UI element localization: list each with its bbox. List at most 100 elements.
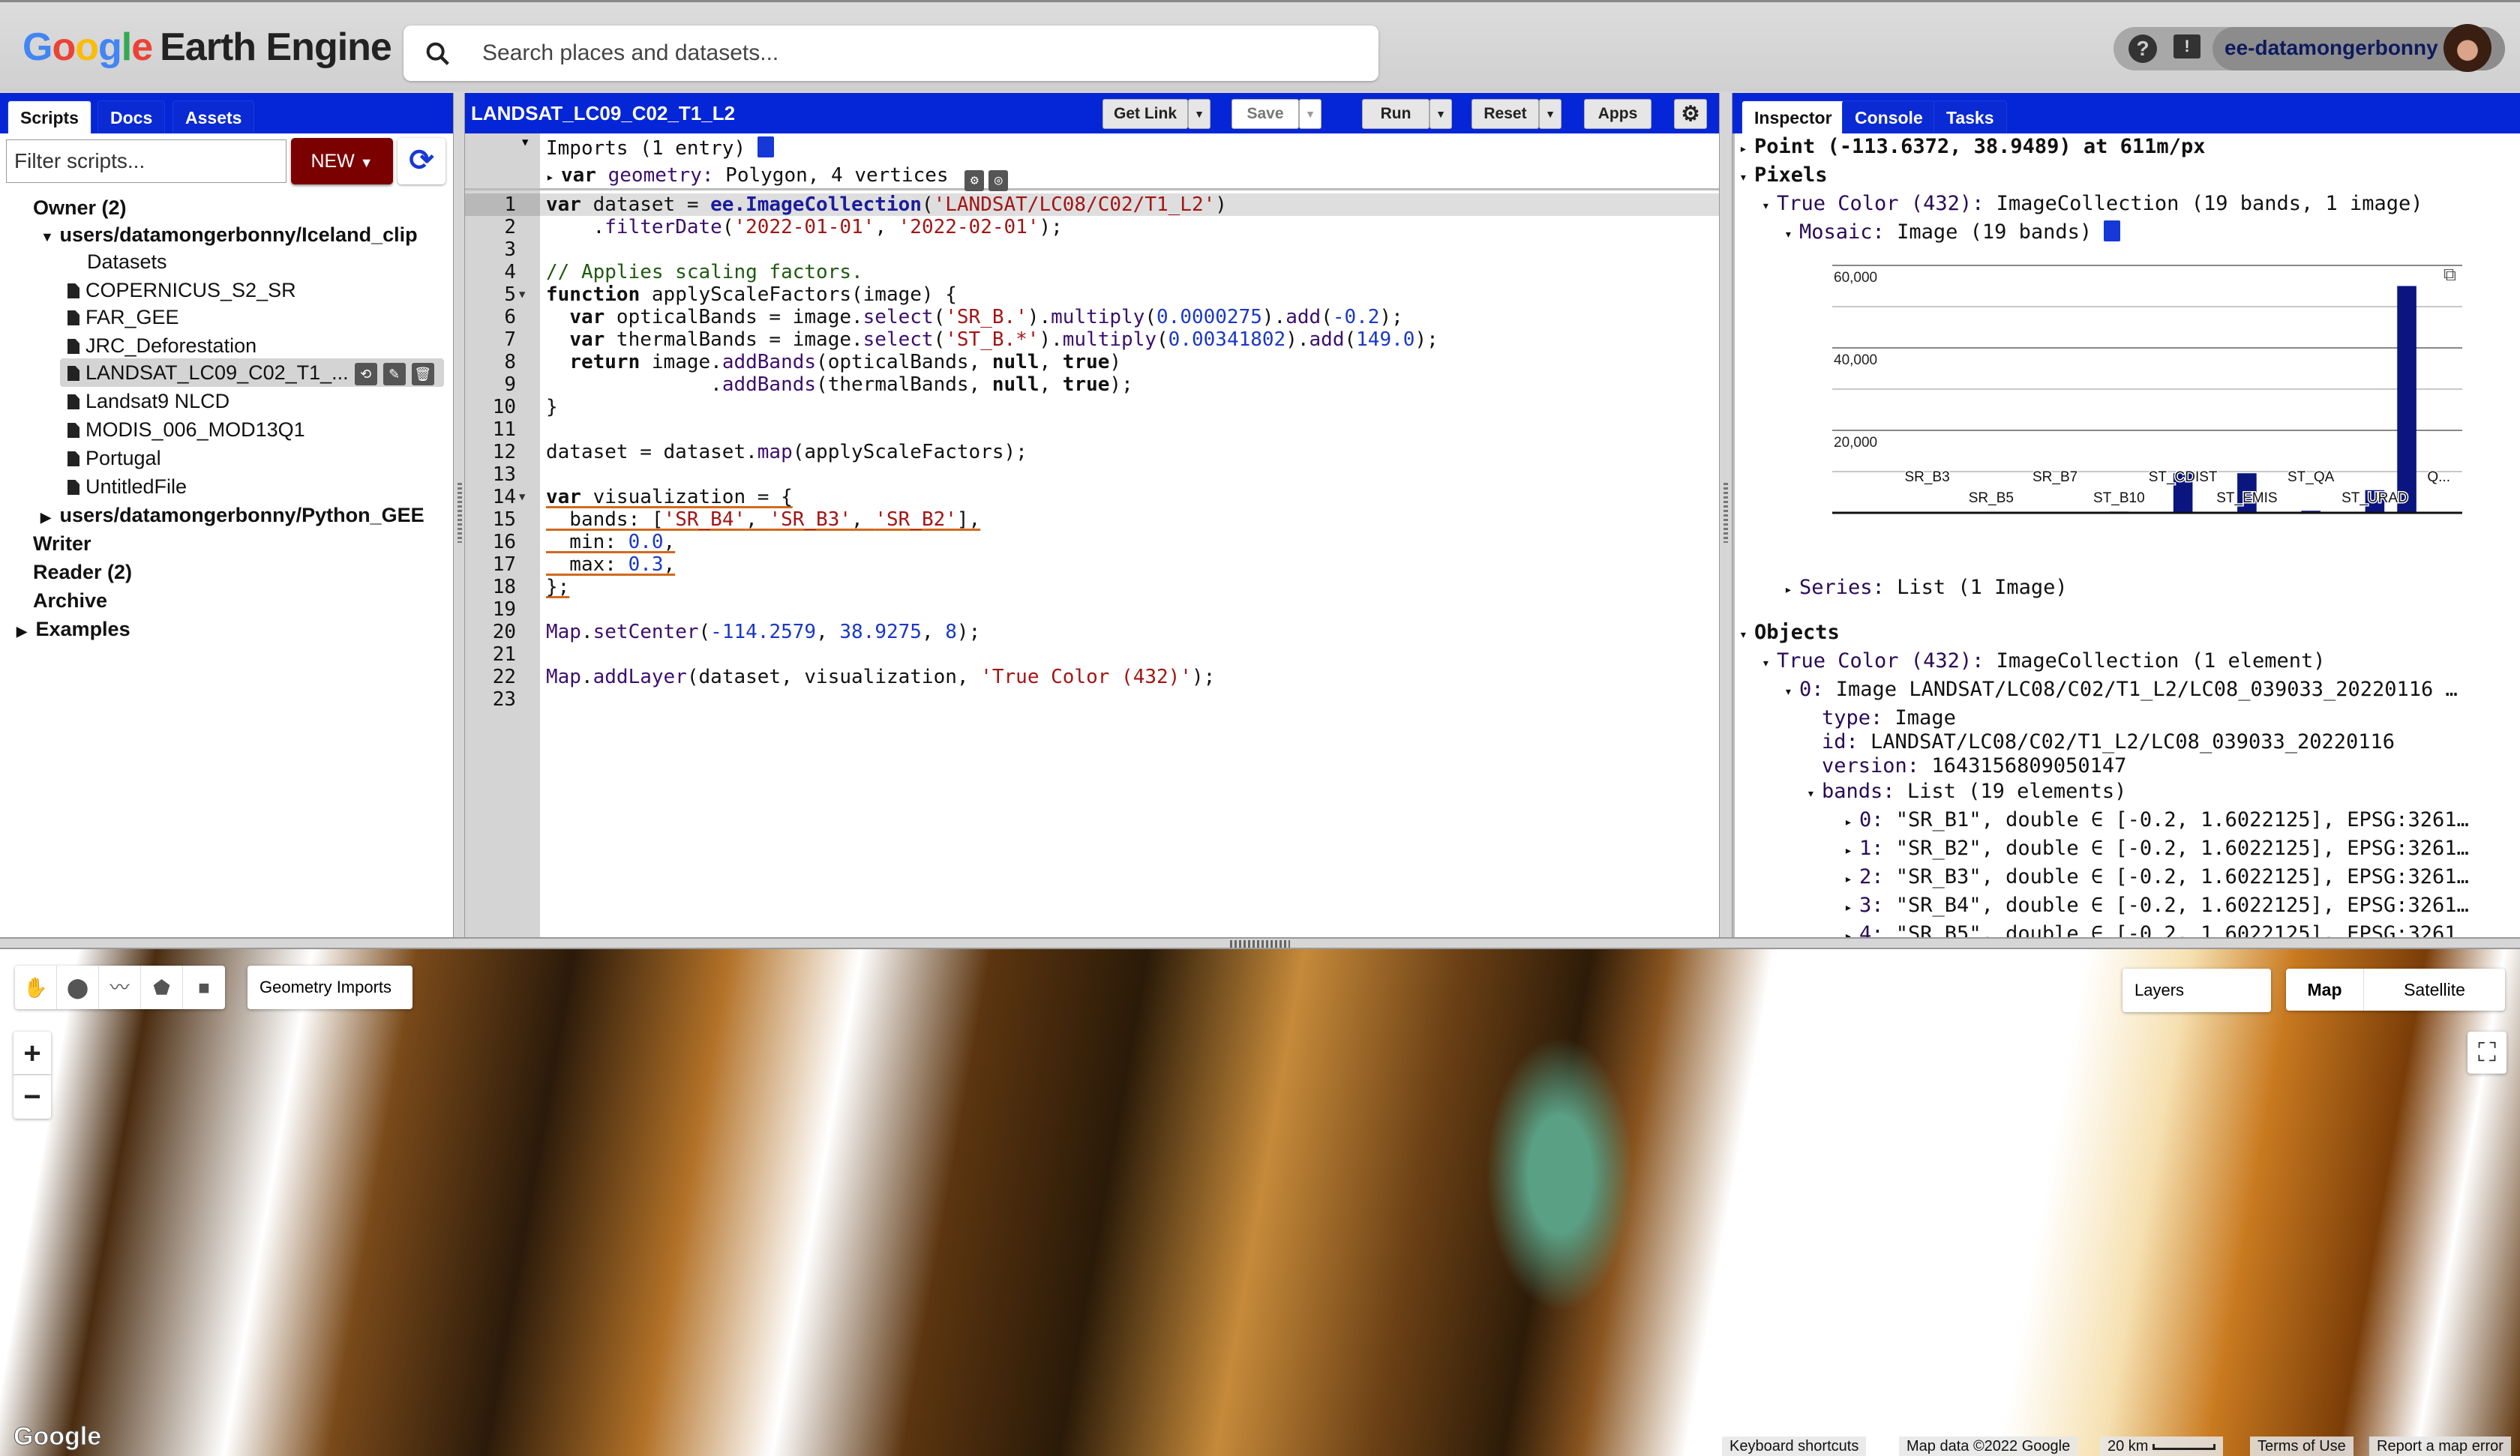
scale-bar[interactable]: 20 km	[2100, 1437, 2224, 1456]
run-dropdown[interactable]: ▼	[1430, 99, 1452, 129]
band-item[interactable]: ▸ 2: "SR_B3", double ∈ [-0.2, 1.6022125],…	[1844, 864, 2469, 891]
get-link-dropdown[interactable]: ▼	[1188, 99, 1210, 129]
imports-header[interactable]: Imports (1 entry)	[546, 135, 774, 162]
refresh-icon[interactable]: ⟳	[398, 138, 446, 184]
tab-tasks[interactable]: Tasks	[1934, 100, 2007, 133]
zoom-out-button[interactable]: −	[14, 1075, 51, 1119]
apps-button[interactable]: Apps	[1584, 99, 1652, 129]
pan-hand-icon[interactable]: ✋	[15, 966, 57, 1009]
tree-file[interactable]: MODIS_006_MOD13Q1	[68, 415, 305, 444]
code-line[interactable]: 2 .filterDate('2022-01-01', '2022-02-01'…	[465, 216, 1719, 238]
code-line[interactable]: 18};	[465, 576, 1719, 598]
geometry-imports-button[interactable]: Geometry Imports	[248, 966, 412, 1009]
code-line[interactable]: 14 ▼ var visualization = {	[465, 486, 1719, 508]
earth-engine-logo[interactable]: Google Earth Engine	[22, 25, 392, 70]
fullscreen-icon[interactable]: ⛶	[2468, 1032, 2506, 1074]
delete-icon[interactable]: 🗑	[411, 362, 434, 385]
code-line[interactable]: 16 min: 0.0,	[465, 531, 1719, 553]
code-line[interactable]: 1 var dataset = ee.ImageCollection('LANDS…	[465, 193, 1719, 216]
get-link-button[interactable]: Get Link	[1102, 99, 1188, 129]
save-button[interactable]: Save	[1232, 99, 1299, 129]
pixels-layer[interactable]: ▾ True Color (432): ImageCollection (19 b…	[1762, 190, 2423, 217]
zoom-in-button[interactable]: +	[14, 1032, 51, 1075]
code-editor[interactable]: ▼ Imports (1 entry) ▸ var geometry: Polyg…	[465, 133, 1719, 937]
mosaic-item[interactable]: ▾ Mosaic: Image (19 bands)	[1784, 219, 2121, 246]
code-line[interactable]: 19	[465, 598, 1719, 621]
line-icon[interactable]: 〰	[99, 966, 141, 1009]
tree-group-owner[interactable]: Owner (2)	[33, 193, 127, 222]
code-line[interactable]: 20 Map.setCenter(-114.2579, 38.9275, 8);	[465, 621, 1719, 643]
tree-file[interactable]: UntitledFile	[68, 472, 187, 501]
fold-icon[interactable]: ▼	[519, 486, 525, 508]
gear-icon[interactable]: ⚙	[1674, 99, 1707, 129]
layers-button[interactable]: Layers	[2122, 969, 2271, 1012]
new-button[interactable]: NEW ▼	[291, 138, 393, 184]
series-item[interactable]: ▸ Series: List (1 Image)	[1784, 574, 2068, 601]
tree-repo-iceland-clip[interactable]: ▼ users/datamongerbonny/Iceland_clip	[40, 220, 418, 249]
filter-scripts-input[interactable]: Filter scripts...	[6, 139, 286, 183]
code-line[interactable]: 23	[465, 688, 1719, 711]
import-geometry[interactable]: ▸ var geometry: Polygon, 4 vertices ⚙ ◎	[546, 162, 1009, 191]
tree-file-selected[interactable]: LANDSAT_LC09_C02_T1_... ⟲ ✎ 🗑	[60, 358, 444, 387]
code-line[interactable]: 6 var opticalBands = image.select('SR_B.…	[465, 306, 1719, 328]
map-type-satellite-button[interactable]: Satellite	[2364, 969, 2505, 1011]
code-line[interactable]: 9 .addBands(thermalBands, null, true);	[465, 373, 1719, 396]
keyboard-shortcuts-link[interactable]: Keyboard shortcuts	[1722, 1437, 1867, 1456]
tab-scripts[interactable]: Scripts	[8, 100, 92, 133]
tree-file[interactable]: Portugal	[68, 444, 161, 472]
right-panel-resize-handle[interactable]	[1719, 93, 1732, 937]
history-icon[interactable]: ⟲	[354, 362, 377, 385]
marker-icon[interactable]: ⬤	[57, 966, 99, 1009]
tab-docs[interactable]: Docs	[98, 100, 166, 133]
terms-of-use-link[interactable]: Terms of Use	[2250, 1437, 2354, 1456]
code-line[interactable]: 10}	[465, 396, 1719, 418]
pixels-section[interactable]: ▾ Pixels	[1739, 162, 1828, 189]
run-button[interactable]: Run	[1362, 99, 1430, 129]
image-item[interactable]: ▾ 0: Image LANDSAT/LC08/C02/T1_L2/LC08_03…	[1784, 676, 2458, 703]
tree-folder-datasets[interactable]: Datasets	[87, 247, 167, 276]
tab-console[interactable]: Console	[1842, 100, 1936, 133]
code-line[interactable]: 3	[465, 238, 1719, 261]
rectangle-icon[interactable]: ■	[183, 966, 225, 1009]
code-line[interactable]: 17 max: 0.3,	[465, 553, 1719, 576]
objects-section[interactable]: ▾ Objects	[1739, 619, 1840, 646]
show-script-icon[interactable]	[757, 136, 774, 157]
target-icon[interactable]: ◎	[988, 170, 1009, 191]
open-in-new-icon[interactable]: ⧉	[2444, 265, 2456, 285]
left-panel-resize-handle[interactable]	[453, 93, 465, 937]
bands-item[interactable]: ▾ bands: List (19 elements)	[1807, 778, 2126, 805]
map-resize-handle[interactable]	[0, 937, 2520, 949]
tree-group-archive[interactable]: Archive	[33, 586, 107, 615]
collapse-icon[interactable]: ▼	[522, 136, 528, 148]
tab-assets[interactable]: Assets	[172, 100, 255, 133]
tree-file[interactable]: COPERNICUS_S2_SR	[68, 276, 296, 304]
band-item[interactable]: ▸ 0: "SR_B1", double ∈ [-0.2, 1.6022125],…	[1844, 807, 2469, 834]
code-line[interactable]: 22 Map.addLayer(dataset, visualization, '…	[465, 666, 1719, 688]
edit-icon[interactable]: ✎	[382, 362, 406, 385]
objects-layer[interactable]: ▾ True Color (432): ImageCollection (1 el…	[1762, 648, 2326, 675]
avatar[interactable]	[2444, 24, 2492, 72]
band-item[interactable]: ▸ 3: "SR_B4", double ∈ [-0.2, 1.6022125],…	[1844, 892, 2469, 919]
help-icon[interactable]: ?	[2128, 34, 2157, 63]
reset-dropdown[interactable]: ▼	[1539, 99, 1562, 129]
tree-file[interactable]: JRC_Deforestation	[68, 331, 256, 360]
code-line[interactable]: 15 bands: ['SR_B4', 'SR_B3', 'SR_B2'],	[465, 508, 1719, 531]
band-item[interactable]: ▸ 1: "SR_B2", double ∈ [-0.2, 1.6022125],…	[1844, 835, 2469, 862]
list-view-icon[interactable]	[2104, 220, 2121, 241]
tree-repo-python-gee[interactable]: ▶ users/datamongerbonny/Python_GEE	[40, 501, 424, 529]
fold-icon[interactable]: ▼	[519, 283, 525, 306]
polygon-icon[interactable]: ⬟	[141, 966, 183, 1009]
map-type-map-button[interactable]: Map	[2286, 969, 2364, 1011]
gear-icon[interactable]: ⚙	[964, 170, 985, 191]
band-item[interactable]: ▸ 4: "SR_B5", double ∈ [-0.2, 1.6022125],…	[1844, 921, 2469, 937]
tree-group-writer[interactable]: Writer	[33, 529, 92, 558]
tree-file[interactable]: FAR_GEE	[68, 303, 179, 331]
account-button[interactable]: ee-datamongerbonny	[2212, 24, 2505, 72]
tab-inspector[interactable]: Inspector	[1742, 100, 1845, 133]
report-map-error-link[interactable]: Report a map error	[2368, 1437, 2511, 1456]
search-input[interactable]: Search places and datasets...	[482, 40, 778, 66]
code-line[interactable]: 7 var thermalBands = image.select('ST_B.…	[465, 328, 1719, 351]
map-view[interactable]: ✋ ⬤ 〰 ⬟ ■ Geometry Imports + − Layers Ma…	[0, 949, 2520, 1456]
inspector-point[interactable]: ▸ Point (-113.6372, 38.9489) at 611m/px	[1739, 133, 2205, 160]
code-line[interactable]: 8 return image.addBands(opticalBands, nu…	[465, 351, 1719, 373]
